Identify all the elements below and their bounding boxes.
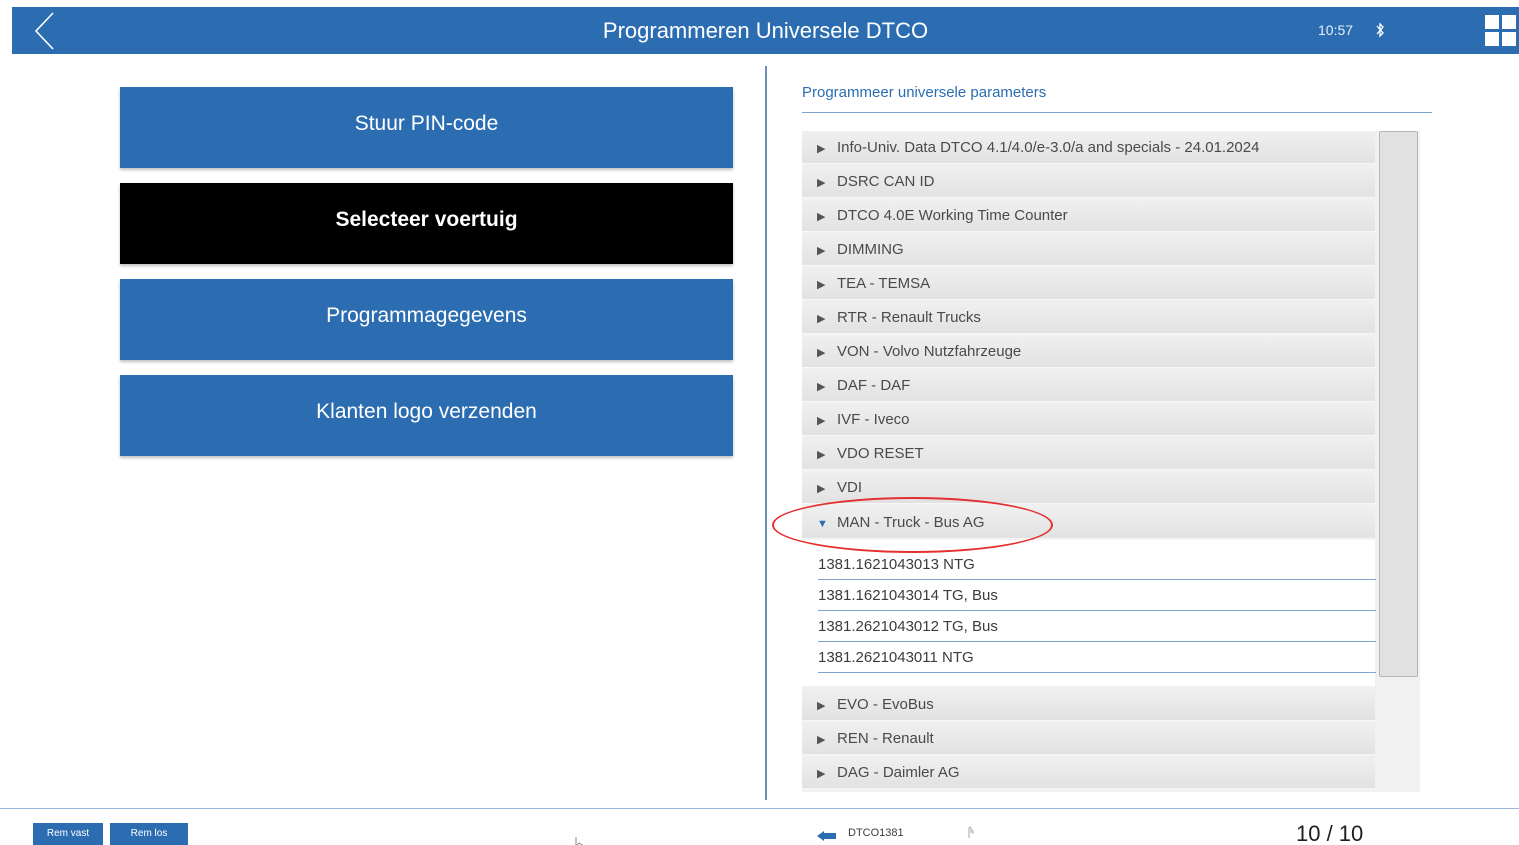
collapsed-arrow-icon: ▶ xyxy=(817,700,826,712)
collapsed-arrow-icon: ▶ xyxy=(817,734,826,746)
send-pin-code-button[interactable]: Stuur PIN-code xyxy=(120,87,733,168)
app-grid-icon[interactable] xyxy=(1484,14,1517,47)
collapsed-arrow-icon: ▶ xyxy=(817,768,826,780)
tree-item[interactable]: ▶ REN - Renault xyxy=(802,722,1375,755)
tree-item[interactable]: ▶ VDO RESET xyxy=(802,437,1375,470)
page-indicator: 10 / 10 xyxy=(1296,821,1364,845)
app-window: Programmeren Universele DTCO 10:57 Stuur… xyxy=(0,0,1519,845)
scrollbar[interactable] xyxy=(1379,131,1418,677)
tree-item-label: DSRC CAN ID xyxy=(837,173,935,190)
page-title: Programmeren Universele DTCO xyxy=(602,18,929,43)
header-bar: Programmeren Universele DTCO 10:57 xyxy=(12,7,1519,54)
collapsed-arrow-icon: ▶ xyxy=(817,211,826,223)
send-customer-logo-button[interactable]: Klanten logo verzenden xyxy=(120,375,733,456)
select-vehicle-button[interactable]: Selecteer voertuig xyxy=(120,183,733,264)
collapsed-arrow-icon: ▶ xyxy=(817,143,826,155)
program-data-button[interactable]: Programmagegevens xyxy=(120,279,733,360)
brake-off-button[interactable]: Rem los xyxy=(110,823,188,845)
tree-item[interactable]: ▶ Info-Univ. Data DTCO 4.1/4.0/e-3.0/a an… xyxy=(802,131,1375,164)
tree-item[interactable]: ▶ EVO - EvoBus xyxy=(802,688,1375,721)
bluetooth-icon xyxy=(1374,22,1386,38)
collapsed-arrow-icon: ▶ xyxy=(817,313,826,325)
tree-item[interactable]: ▶ IVF - Iveco xyxy=(802,403,1375,436)
tree-item-label: EVO - EvoBus xyxy=(837,696,934,713)
tree-item[interactable]: ▶ DAG - Daimler AG xyxy=(802,756,1375,789)
tree-item-label: DAF - DAF xyxy=(837,377,911,394)
tree-item[interactable]: ▶ DTCO 4.0E Working Time Counter xyxy=(802,199,1375,232)
hand-icon xyxy=(965,825,975,839)
collapsed-arrow-icon: ▶ xyxy=(817,279,826,291)
tree-item-label: DIMMING xyxy=(837,241,904,258)
section-underline xyxy=(802,112,1432,113)
tree-item-label: DTCO 4.0E Working Time Counter xyxy=(837,207,1068,224)
sub-item[interactable]: 1381.1621043013 NTG xyxy=(818,549,1376,580)
collapsed-arrow-icon: ▶ xyxy=(817,347,826,359)
sub-item-list: 1381.1621043013 NTG 1381.1621043014 TG, … xyxy=(802,540,1376,686)
tree-item-expanded[interactable]: ▼ MAN - Truck - Bus AG xyxy=(802,506,1375,539)
panel-divider xyxy=(765,66,767,800)
tree-item-label: REN - Renault xyxy=(837,730,934,747)
tree-item[interactable]: ▶ DAF - DAF xyxy=(802,369,1375,402)
tree-item[interactable]: ▶ TEA - TEMSA xyxy=(802,267,1375,300)
tree-item[interactable]: ▶ RTR - Renault Trucks xyxy=(802,301,1375,334)
tree-item-label: MAN - Truck - Bus AG xyxy=(837,514,985,531)
brake-on-button[interactable]: Rem vast xyxy=(33,823,103,845)
sub-item[interactable]: 1381.1621043014 TG, Bus xyxy=(818,580,1376,611)
parameter-tree: ▶ Info-Univ. Data DTCO 4.1/4.0/e-3.0/a an… xyxy=(802,131,1420,792)
section-title: Programmeer universele parameters xyxy=(802,84,1047,101)
collapsed-arrow-icon: ▶ xyxy=(817,245,826,257)
collapsed-arrow-icon: ▶ xyxy=(817,177,826,189)
tree-item-label: DAG - Daimler AG xyxy=(837,764,960,781)
footer-divider xyxy=(0,808,1519,809)
expanded-arrow-icon: ▼ xyxy=(817,518,828,530)
tree-item[interactable]: ▶ VDI xyxy=(802,471,1375,504)
tree-item-label: RTR - Renault Trucks xyxy=(837,309,981,326)
sub-item[interactable]: 1381.2621043012 TG, Bus xyxy=(818,611,1376,642)
tree-item-label: VON - Volvo Nutzfahrzeuge xyxy=(837,343,1022,360)
sub-item[interactable]: 1381.2621043011 NTG xyxy=(818,642,1376,673)
tree-item[interactable]: ▶ DSRC CAN ID xyxy=(802,165,1375,198)
tree-item[interactable]: ▶ DIMMING xyxy=(802,233,1375,266)
cursor-icon xyxy=(575,834,585,845)
collapsed-arrow-icon: ▶ xyxy=(817,415,826,427)
collapsed-arrow-icon: ▶ xyxy=(817,449,826,461)
clock: 10:57 xyxy=(1318,22,1354,38)
tree-item-label: VDI xyxy=(837,479,863,496)
tree-item-label: Info-Univ. Data DTCO 4.1/4.0/e-3.0/a and… xyxy=(837,139,1260,156)
tree-item-label: VDO RESET xyxy=(837,445,924,462)
tree-item-label: IVF - Iveco xyxy=(837,411,910,428)
collapsed-arrow-icon: ▶ xyxy=(817,381,826,393)
connection-icon xyxy=(817,828,837,841)
tree-item[interactable]: ▶ VON - Volvo Nutzfahrzeuge xyxy=(802,335,1375,368)
collapsed-arrow-icon: ▶ xyxy=(817,483,826,495)
device-id: DTCO1381 xyxy=(848,827,904,839)
tree-item-label: TEA - TEMSA xyxy=(837,275,931,292)
